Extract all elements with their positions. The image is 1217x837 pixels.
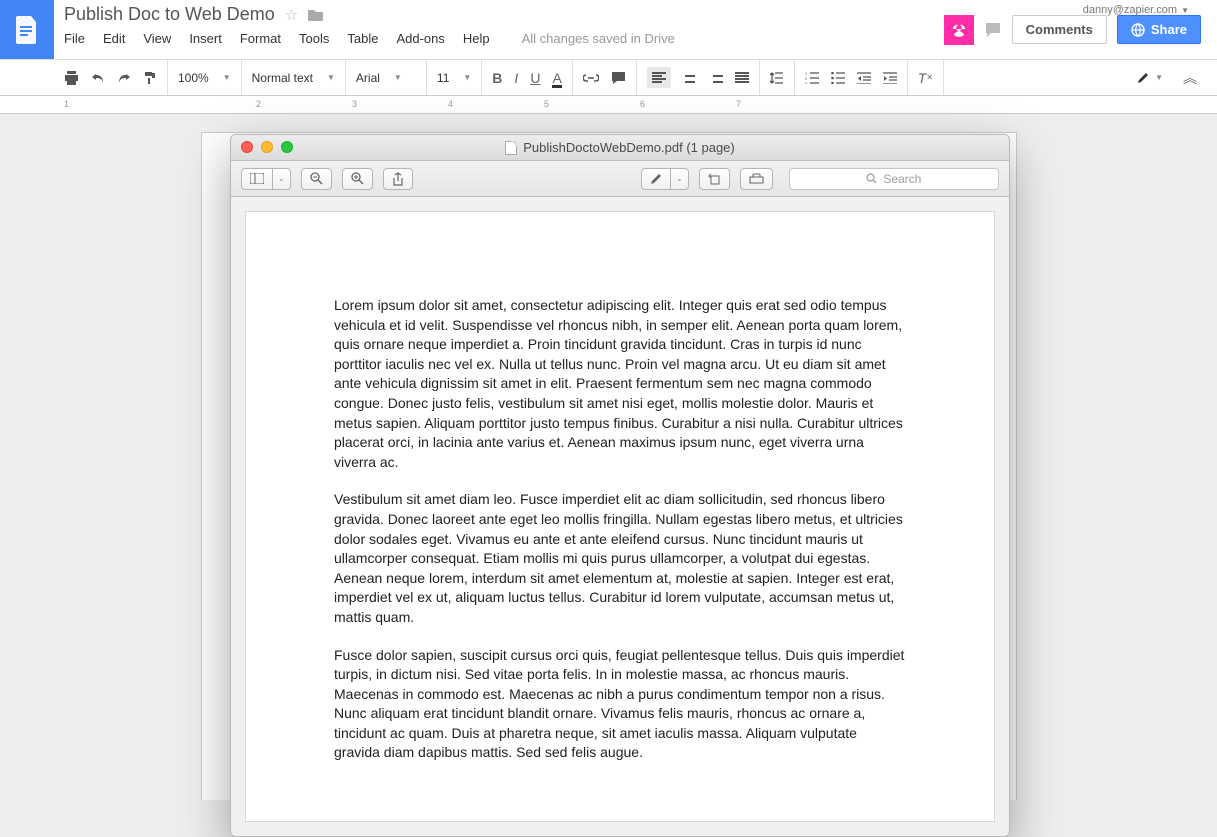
zoom-select[interactable]: 100%▼ xyxy=(178,71,231,85)
folder-icon[interactable] xyxy=(308,8,324,21)
undo-icon[interactable] xyxy=(91,72,105,84)
link-icon[interactable] xyxy=(583,73,599,83)
highlight-icon[interactable] xyxy=(641,168,670,190)
highlight-dropdown-icon[interactable]: ⌄ xyxy=(670,168,689,190)
menu-file[interactable]: File xyxy=(64,31,85,46)
menu-format[interactable]: Format xyxy=(240,31,281,46)
text-color-icon[interactable]: A xyxy=(552,70,561,86)
share-sheet-icon[interactable] xyxy=(383,168,413,190)
preview-search[interactable]: Search xyxy=(789,168,999,190)
preview-window[interactable]: PublishDoctoWebDemo.pdf (1 page) ⌄ ⌄ Sea… xyxy=(230,134,1010,837)
sidebar-view-icon[interactable] xyxy=(241,168,272,190)
zoom-window-icon[interactable] xyxy=(281,141,293,153)
menu-table[interactable]: Table xyxy=(347,31,378,46)
align-right-icon[interactable] xyxy=(709,72,723,83)
menu-help[interactable]: Help xyxy=(463,31,490,46)
menu-view[interactable]: View xyxy=(143,31,171,46)
menu-edit[interactable]: Edit xyxy=(103,31,125,46)
ruler[interactable]: 1 2 3 4 5 6 7 xyxy=(0,96,1217,114)
paint-format-icon[interactable] xyxy=(143,71,157,85)
font-select[interactable]: Arial▼ xyxy=(356,71,416,85)
minimize-icon[interactable] xyxy=(261,141,273,153)
globe-icon xyxy=(1131,23,1145,37)
markup-toolbar-icon[interactable] xyxy=(740,168,773,190)
align-left-icon[interactable] xyxy=(647,67,671,88)
save-status: All changes saved in Drive xyxy=(522,31,675,46)
bold-icon[interactable]: B xyxy=(492,70,502,86)
pdf-paragraph: Vestibulum sit amet diam leo. Fusce impe… xyxy=(334,490,906,627)
menu-insert[interactable]: Insert xyxy=(189,31,222,46)
menubar: File Edit View Insert Format Tools Table… xyxy=(64,25,675,46)
bullet-list-icon[interactable] xyxy=(831,72,845,84)
comments-button[interactable]: Comments xyxy=(1012,15,1107,44)
preview-body[interactable]: Lorem ipsum dolor sit amet, consectetur … xyxy=(231,197,1009,836)
line-spacing-icon[interactable] xyxy=(770,71,784,85)
docs-toolbar: 100%▼ Normal text▼ Arial▼ 11▼ B I U A 12… xyxy=(0,60,1217,96)
preview-titlebar[interactable]: PublishDoctoWebDemo.pdf (1 page) xyxy=(231,135,1009,161)
clear-format-icon[interactable]: T✕ xyxy=(918,70,933,86)
zoom-in-icon[interactable] xyxy=(342,168,373,190)
pdf-paragraph: Lorem ipsum dolor sit amet, consectetur … xyxy=(334,296,906,472)
account-label[interactable]: danny@zapier.com▼ xyxy=(1083,4,1189,16)
search-icon xyxy=(866,173,877,184)
numbered-list-icon[interactable]: 123 xyxy=(805,72,819,84)
indent-icon[interactable] xyxy=(883,72,897,84)
sidebar-dropdown-icon[interactable]: ⌄ xyxy=(272,168,291,190)
collapse-toolbar-icon[interactable]: ︽ xyxy=(1183,68,1197,88)
style-select[interactable]: Normal text▼ xyxy=(252,71,335,85)
pdf-paragraph: Fusce dolor sapien, suscipit cursus orci… xyxy=(334,646,906,764)
underline-icon[interactable]: U xyxy=(530,70,540,86)
app-avatar-icon[interactable] xyxy=(944,15,974,45)
docs-header: Publish Doc to Web Demo ☆ File Edit View… xyxy=(0,0,1217,60)
comment-icon[interactable] xyxy=(611,71,626,85)
close-icon[interactable] xyxy=(241,141,253,153)
docs-logo[interactable] xyxy=(0,0,54,59)
star-icon[interactable]: ☆ xyxy=(285,6,298,24)
preview-title: PublishDoctoWebDemo.pdf (1 page) xyxy=(523,140,735,155)
redo-icon[interactable] xyxy=(117,72,131,84)
fontsize-select[interactable]: 11▼ xyxy=(437,71,471,85)
outdent-icon[interactable] xyxy=(857,72,871,84)
editing-mode-icon[interactable]: ▼ xyxy=(1137,72,1163,84)
share-button[interactable]: Share xyxy=(1117,15,1201,44)
align-center-icon[interactable] xyxy=(683,72,697,83)
print-icon[interactable] xyxy=(64,71,79,85)
rotate-icon[interactable] xyxy=(699,168,730,190)
menu-tools[interactable]: Tools xyxy=(299,31,329,46)
italic-icon[interactable]: I xyxy=(514,70,518,86)
chat-icon[interactable] xyxy=(984,21,1002,39)
preview-page[interactable]: Lorem ipsum dolor sit amet, consectetur … xyxy=(245,211,995,822)
menu-addons[interactable]: Add-ons xyxy=(396,31,444,46)
zoom-out-icon[interactable] xyxy=(301,168,332,190)
preview-toolbar: ⌄ ⌄ Search xyxy=(231,161,1009,197)
svg-text:3: 3 xyxy=(805,81,808,84)
doc-title[interactable]: Publish Doc to Web Demo xyxy=(64,4,275,25)
pdf-file-icon xyxy=(505,141,517,155)
align-justify-icon[interactable] xyxy=(735,72,749,83)
